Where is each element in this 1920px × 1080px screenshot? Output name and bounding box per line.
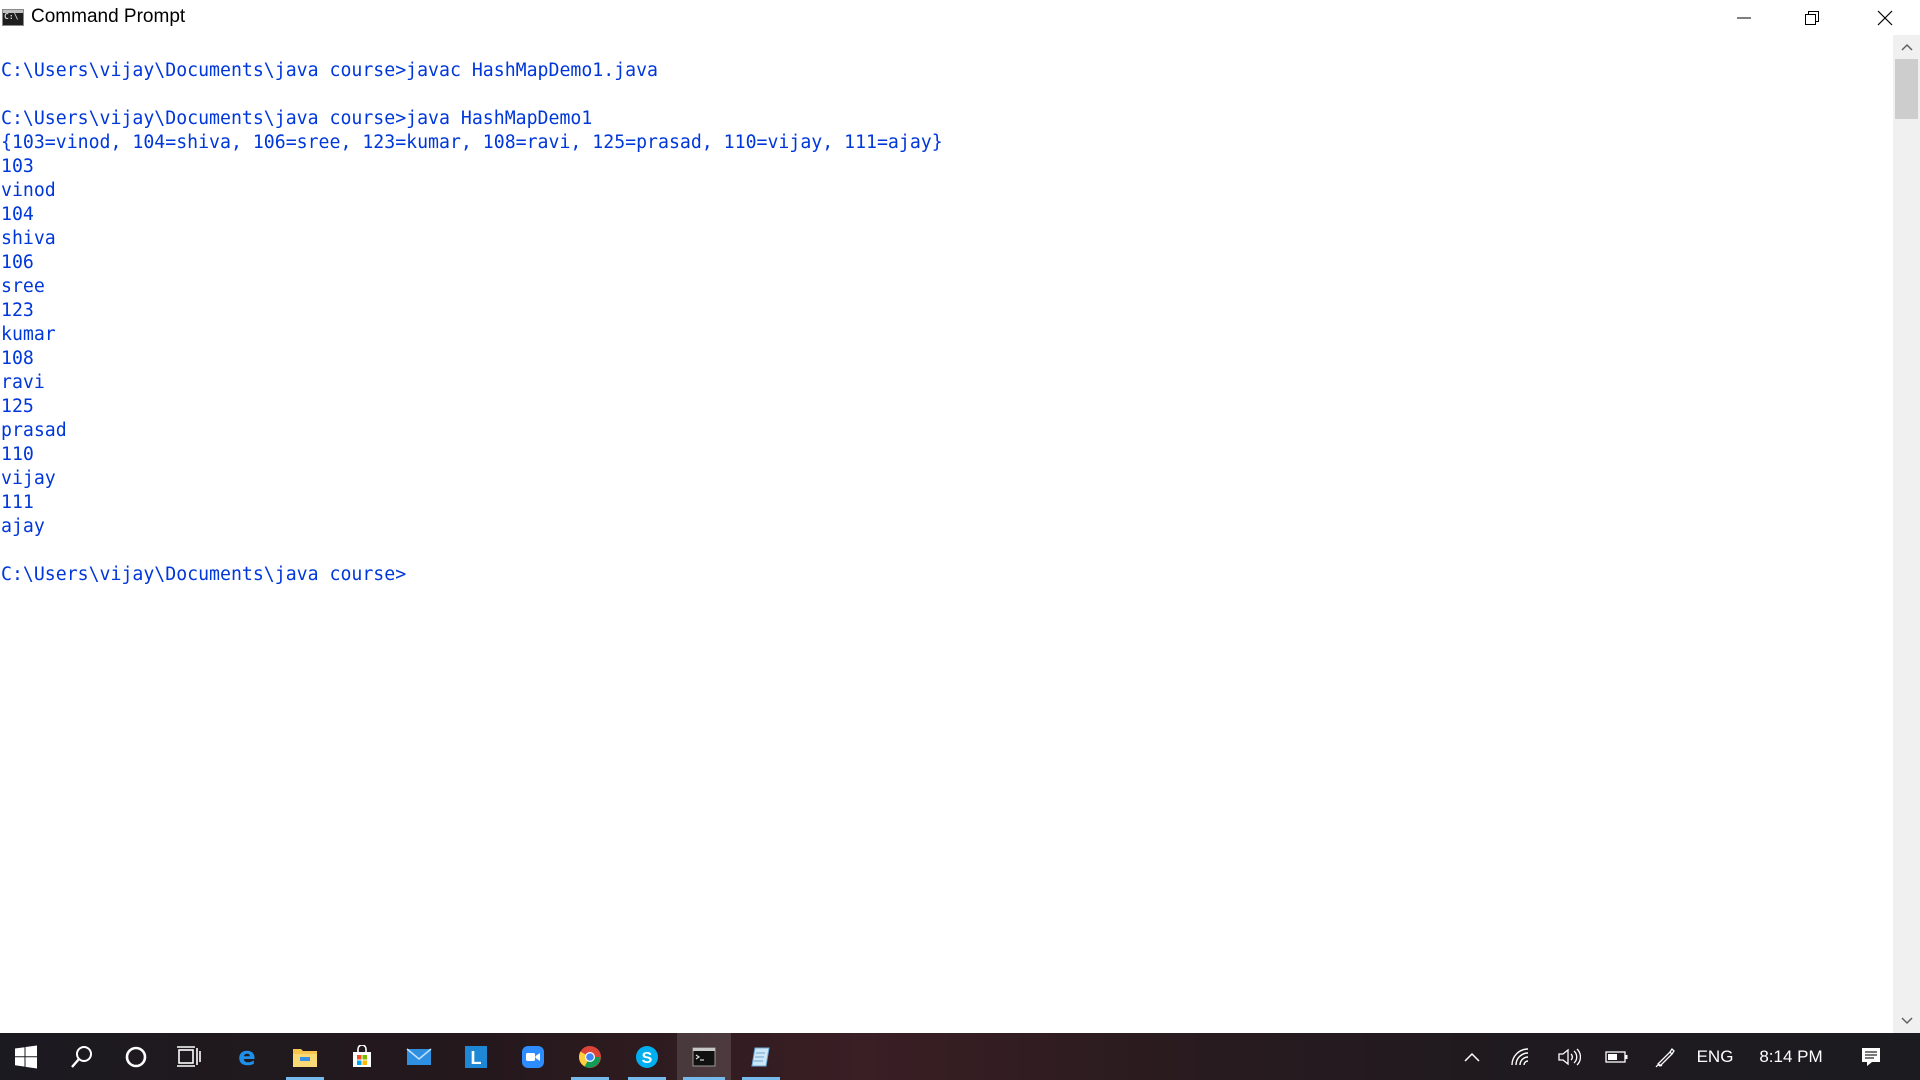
scroll-up-button[interactable]: [1893, 35, 1920, 59]
console-line: shiva: [1, 228, 56, 249]
console-line: 125: [1, 396, 34, 417]
input-language-button[interactable]: ENG: [1690, 1033, 1740, 1080]
console-line: 108: [1, 348, 34, 369]
taskbar-app-mail[interactable]: [394, 1033, 444, 1080]
scroll-down-button[interactable]: [1893, 1009, 1920, 1033]
console-app-icon[interactable]: [2, 9, 24, 26]
file-explorer-icon: [293, 1048, 317, 1067]
notepad-icon: [751, 1047, 770, 1066]
restore-button[interactable]: [1778, 0, 1846, 35]
volume-icon: [1558, 1048, 1581, 1065]
vertical-scrollbar[interactable]: [1893, 35, 1920, 1033]
scroll-thumb[interactable]: [1895, 59, 1918, 119]
command-prompt-icon: [692, 1047, 716, 1066]
show-hidden-icons-button[interactable]: [1452, 1033, 1492, 1080]
console-line: 123: [1, 300, 34, 321]
console-line: 103: [1, 156, 34, 177]
zoom-icon: [522, 1045, 544, 1068]
restore-icon: [1805, 10, 1819, 25]
console-line: vijay: [1, 468, 56, 489]
task-view-button[interactable]: [164, 1033, 214, 1080]
edge-icon: e: [238, 1044, 256, 1070]
l-app-icon: L: [465, 1045, 487, 1068]
pen-icon: [1655, 1047, 1675, 1067]
console-line: {103=vinod, 104=shiva, 106=sree, 123=kum…: [1, 132, 943, 153]
cortana-button[interactable]: [111, 1033, 161, 1080]
wifi-icon: [1511, 1047, 1529, 1065]
window-title: Command Prompt: [31, 6, 186, 27]
cortana-icon: [125, 1046, 147, 1067]
minimize-button[interactable]: [1710, 0, 1778, 35]
svg-text:S: S: [642, 1050, 653, 1067]
taskbar-app-command-prompt[interactable]: [677, 1033, 731, 1080]
console-line: prasad: [1, 420, 67, 441]
console-line: C:\Users\vijay\Documents\java course>jav…: [1, 60, 658, 81]
battery-icon: [1605, 1050, 1628, 1063]
minimize-icon: [1737, 17, 1751, 18]
console-line: C:\Users\vijay\Documents\java course>: [1, 564, 407, 585]
search-icon: [71, 1045, 92, 1068]
close-button[interactable]: [1850, 0, 1920, 35]
chevron-down-icon: [1900, 1017, 1913, 1025]
console-line: ajay: [1, 516, 45, 537]
action-center-button[interactable]: [1846, 1033, 1896, 1080]
task-view-icon: [177, 1045, 201, 1067]
svg-text:e: e: [238, 1044, 256, 1070]
taskbar-app-l[interactable]: L: [451, 1033, 501, 1080]
start-button[interactable]: [0, 1033, 52, 1080]
taskbar-app-chrome[interactable]: [565, 1033, 615, 1080]
title-bar: Command Prompt: [0, 0, 1920, 35]
microsoft-store-icon: [353, 1044, 371, 1067]
chrome-icon: [579, 1045, 601, 1068]
windows-start-icon: [15, 1045, 37, 1068]
console-line: ravi: [1, 372, 45, 393]
mail-icon: [406, 1047, 432, 1065]
console-line: 111: [1, 492, 34, 513]
search-button[interactable]: [57, 1033, 107, 1080]
taskbar: e L S ENG 8:14 PM: [0, 1033, 1920, 1080]
console-line: 106: [1, 252, 34, 273]
console-line: 104: [1, 204, 34, 225]
skype-icon: S: [636, 1045, 658, 1068]
taskbar-app-store[interactable]: [337, 1033, 387, 1080]
console-line: kumar: [1, 324, 56, 345]
volume-button[interactable]: [1548, 1033, 1590, 1080]
chevron-up-icon: [1900, 43, 1913, 51]
battery-button[interactable]: [1596, 1033, 1638, 1080]
console-line: sree: [1, 276, 45, 297]
taskbar-app-file-explorer[interactable]: [280, 1033, 330, 1080]
svg-text:L: L: [471, 1048, 482, 1068]
console-line: 110: [1, 444, 34, 465]
console-line: C:\Users\vijay\Documents\java course>jav…: [1, 108, 593, 129]
clock-button[interactable]: 8:14 PM: [1746, 1033, 1836, 1080]
close-icon: [1877, 10, 1893, 25]
pen-workspace-button[interactable]: [1644, 1033, 1686, 1080]
language-indicator: ENG: [1696, 1046, 1734, 1066]
show-hidden-icons-chevron: [1464, 1052, 1480, 1062]
taskbar-app-skype[interactable]: S: [622, 1033, 672, 1080]
console-line: vinod: [1, 180, 56, 201]
clock-time: 8:14 PM: [1759, 1046, 1823, 1066]
action-center-icon: [1862, 1047, 1880, 1066]
network-button[interactable]: [1500, 1033, 1542, 1080]
taskbar-app-zoom[interactable]: [508, 1033, 558, 1080]
taskbar-app-notepad[interactable]: [736, 1033, 786, 1080]
taskbar-app-edge[interactable]: e: [222, 1033, 272, 1080]
console-output[interactable]: C:\Users\vijay\Documents\java course>jav…: [0, 35, 1893, 1033]
